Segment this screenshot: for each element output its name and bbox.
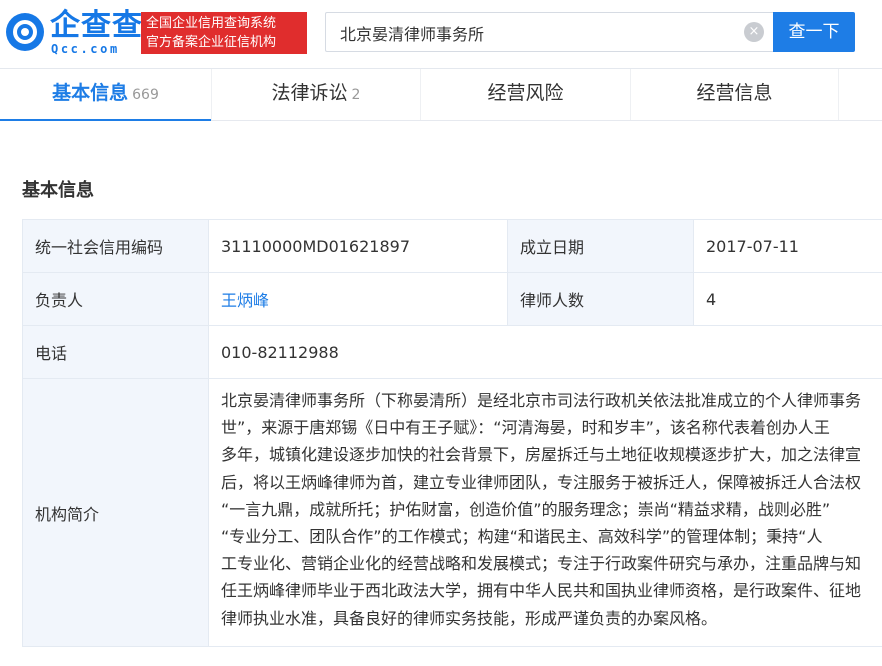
credit-code-label: 统一社会信用编码 xyxy=(22,219,209,273)
leader-link[interactable]: 王炳峰 xyxy=(221,291,269,310)
credit-code-value: 31110000MD01621897 xyxy=(208,219,508,273)
intro-line: 工专业化、营销企业化的经营战略和发展模式；专注于行政案件研究与承办，注重品牌与知 xyxy=(221,554,862,574)
intro-label: 机构简介 xyxy=(22,378,209,647)
intro-line: 后，将以王炳峰律师为首，建立专业律师团队，专注服务于被拆迁人，保障被拆迁人合法权 xyxy=(221,472,862,492)
leader-cell: 王炳峰 xyxy=(208,272,508,326)
phone-value: 010-82112988 xyxy=(208,325,882,379)
slogan-line-1: 全国企业信用查询系统 xyxy=(146,16,277,31)
founded-date-label: 成立日期 xyxy=(507,219,694,273)
tab-business-info[interactable]: 经营信息 xyxy=(631,69,839,120)
basic-info-table: 统一社会信用编码 31110000MD01621897 成立日期 2017-07… xyxy=(22,219,882,647)
tab-business-risk[interactable]: 经营风险 xyxy=(421,69,631,120)
intro-line: 任王炳峰律师毕业于西北政法大学，拥有中华人民共和国执业律师资格，是行政案件、征地 xyxy=(221,581,862,601)
tab-label: 法律诉讼 xyxy=(271,82,348,104)
intro-line: 北京晏清律师事务所（下称晏清所）是经北京市司法行政机关依法批准成立的个人律师事务 xyxy=(221,391,862,410)
intro-line: “专业分工、团队合作”的工作模式；构建“和谐民主、高效科学”的管理体制；秉持“人 xyxy=(221,527,823,547)
logo-text[interactable]: 企查查 xyxy=(50,10,143,42)
tab-label: 基本信息 xyxy=(52,82,129,104)
tab-bar: 基本信息 669 法律诉讼 2 经营风险 经营信息 xyxy=(0,69,882,121)
phone-label: 电话 xyxy=(22,325,209,379)
top-header: 企查查 Qcc.com 全国企业信用查询系统 官方备案企业征信机构 × 查一下 xyxy=(0,0,882,69)
intro-line: 律师执业水准，具备良好的律师实务技能，形成严谨负责的办案风格。 xyxy=(221,608,718,628)
tab-count: 669 xyxy=(132,87,159,103)
leader-label: 负责人 xyxy=(22,272,209,326)
table-row: 统一社会信用编码 31110000MD01621897 成立日期 2017-07… xyxy=(22,219,882,273)
section-title: 基本信息 xyxy=(22,180,94,201)
founded-date-value: 2017-07-11 xyxy=(693,219,882,273)
intro-line: 世”，来源于唐郑锡《日中有王子赋》：“河清海晏，时和岁丰”，该名称代表着创办人王 xyxy=(221,418,830,438)
lawyer-count-value: 4 xyxy=(693,272,882,326)
search-box: × xyxy=(325,12,773,53)
clear-icon[interactable]: × xyxy=(744,22,764,42)
logo-icon[interactable] xyxy=(6,13,44,51)
intro-line: 多年，城镇化建设逐步加快的社会背景下，房屋拆迁与土地征收规模逐步扩大，加之法律宣 xyxy=(221,445,862,465)
tab-label: 经营风险 xyxy=(487,82,564,104)
search-input[interactable] xyxy=(338,13,732,53)
intro-line: “一言九鼎，成就所托；护佑财富，创造价值”的服务理念；崇尚“精益求精，战则必胜” xyxy=(221,499,831,519)
logo-domain: Qcc.com xyxy=(51,42,120,56)
search-button[interactable]: 查一下 xyxy=(773,12,855,52)
slogan-badge: 全国企业信用查询系统 官方备案企业征信机构 xyxy=(141,12,307,54)
tab-label: 经营信息 xyxy=(696,82,773,104)
intro-text: 北京晏清律师事务所（下称晏清所）是经北京市司法行政机关依法批准成立的个人律师事务… xyxy=(208,378,882,647)
table-row: 机构简介 北京晏清律师事务所（下称晏清所）是经北京市司法行政机关依法批准成立的个… xyxy=(22,378,882,647)
tab-basic-info[interactable]: 基本信息 669 xyxy=(0,69,212,121)
tab-legal-litigation[interactable]: 法律诉讼 2 xyxy=(212,69,421,120)
table-row: 负责人 王炳峰 律师人数 4 xyxy=(22,272,882,326)
slogan-line-2: 官方备案企业征信机构 xyxy=(146,35,277,50)
table-row: 电话 010-82112988 xyxy=(22,325,882,379)
tab-count: 2 xyxy=(351,87,361,103)
lawyer-count-label: 律师人数 xyxy=(507,272,694,326)
